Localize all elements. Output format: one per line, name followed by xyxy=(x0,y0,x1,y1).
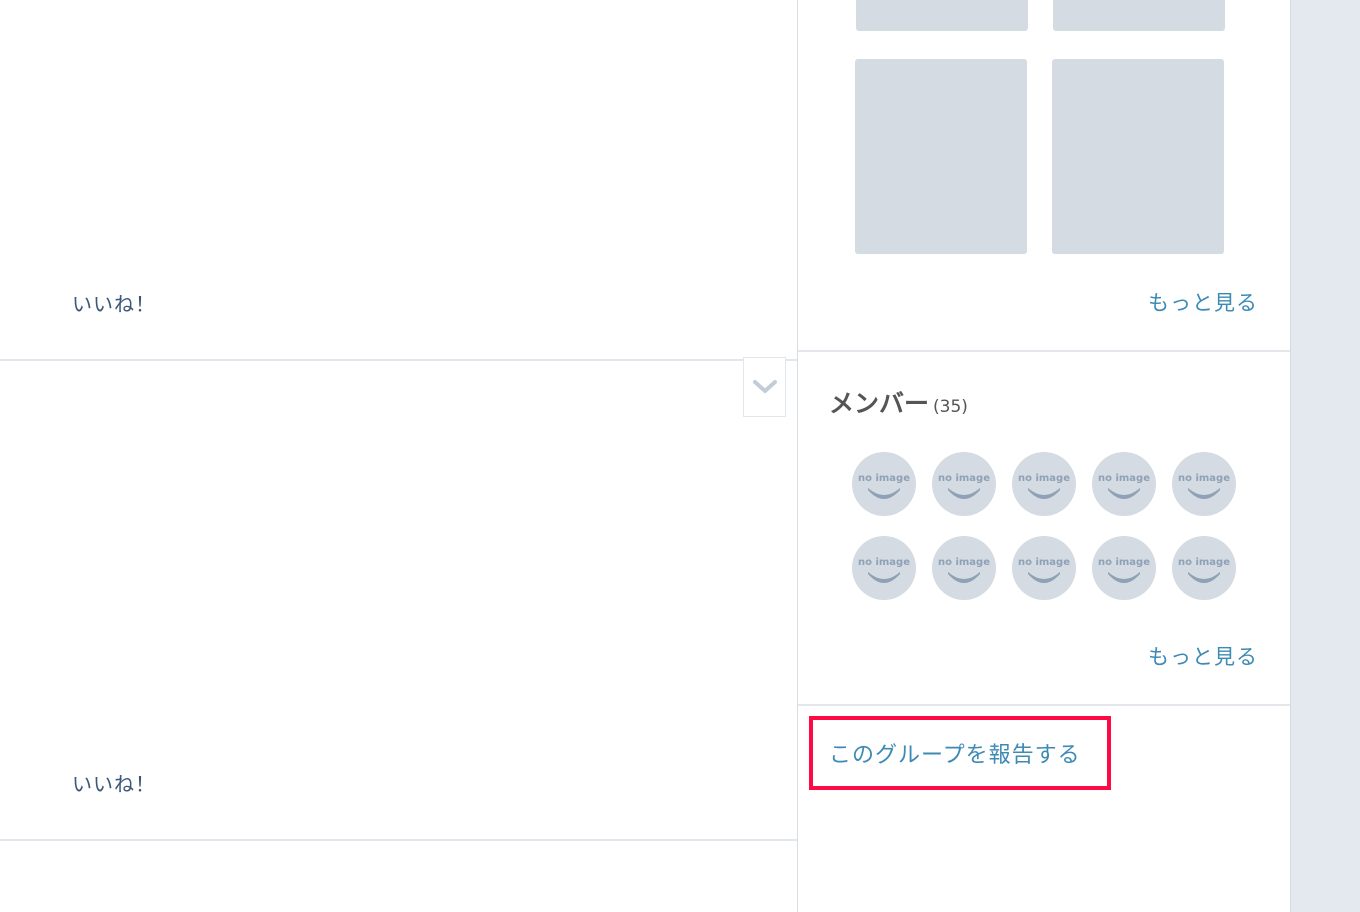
section-divider xyxy=(798,704,1290,706)
no-image-avatar-icon: no image xyxy=(1018,557,1070,583)
member-avatar[interactable]: no image xyxy=(1092,452,1156,516)
svg-text:no image: no image xyxy=(1018,473,1070,484)
svg-text:no image: no image xyxy=(1178,473,1230,484)
no-image-avatar-icon: no image xyxy=(938,557,990,583)
post-divider xyxy=(0,359,797,361)
member-avatar[interactable]: no image xyxy=(1172,452,1236,516)
members-title: メンバー xyxy=(829,389,930,418)
svg-text:no image: no image xyxy=(1098,557,1150,568)
like-button[interactable]: いいね！ xyxy=(72,768,156,797)
svg-text:no image: no image xyxy=(1178,557,1230,568)
no-image-avatar-icon: no image xyxy=(938,473,990,499)
members-heading: メンバー (35) xyxy=(829,384,968,420)
photos-more-link[interactable]: もっと見る xyxy=(1148,287,1258,317)
member-avatar[interactable]: no image xyxy=(852,536,916,600)
member-avatar[interactable]: no image xyxy=(1012,536,1076,600)
member-avatar[interactable]: no image xyxy=(1012,452,1076,516)
member-avatar[interactable]: no image xyxy=(932,536,996,600)
svg-text:no image: no image xyxy=(1098,473,1150,484)
svg-text:no image: no image xyxy=(938,557,990,568)
photo-thumbnail[interactable] xyxy=(856,0,1028,31)
members-count: (35) xyxy=(933,397,968,417)
member-avatar[interactable]: no image xyxy=(932,452,996,516)
member-avatar[interactable]: no image xyxy=(1092,536,1156,600)
photo-thumbnail[interactable] xyxy=(1053,0,1225,31)
post-divider xyxy=(0,839,797,841)
no-image-avatar-icon: no image xyxy=(858,473,910,499)
no-image-avatar-icon: no image xyxy=(1098,557,1150,583)
member-avatar[interactable]: no image xyxy=(1172,536,1236,600)
svg-text:no image: no image xyxy=(938,473,990,484)
feed-column: いいね！ いいね！ xyxy=(0,0,797,912)
photo-thumbnail[interactable] xyxy=(855,59,1027,254)
no-image-avatar-icon: no image xyxy=(1178,473,1230,499)
like-button[interactable]: いいね！ xyxy=(72,288,156,317)
report-group-link[interactable]: このグループを報告する xyxy=(829,737,1081,769)
no-image-avatar-icon: no image xyxy=(1018,473,1070,499)
post-menu-toggle[interactable] xyxy=(743,357,786,417)
photo-thumbnail[interactable] xyxy=(1052,59,1224,254)
section-divider xyxy=(798,350,1290,352)
page-gutter xyxy=(1290,0,1360,912)
svg-text:no image: no image xyxy=(1018,557,1070,568)
chevron-down-icon xyxy=(752,380,777,393)
svg-text:no image: no image xyxy=(858,473,910,484)
no-image-avatar-icon: no image xyxy=(1178,557,1230,583)
members-more-link[interactable]: もっと見る xyxy=(1148,641,1258,671)
no-image-avatar-icon: no image xyxy=(858,557,910,583)
member-avatar[interactable]: no image xyxy=(852,452,916,516)
no-image-avatar-icon: no image xyxy=(1098,473,1150,499)
svg-text:no image: no image xyxy=(858,557,910,568)
